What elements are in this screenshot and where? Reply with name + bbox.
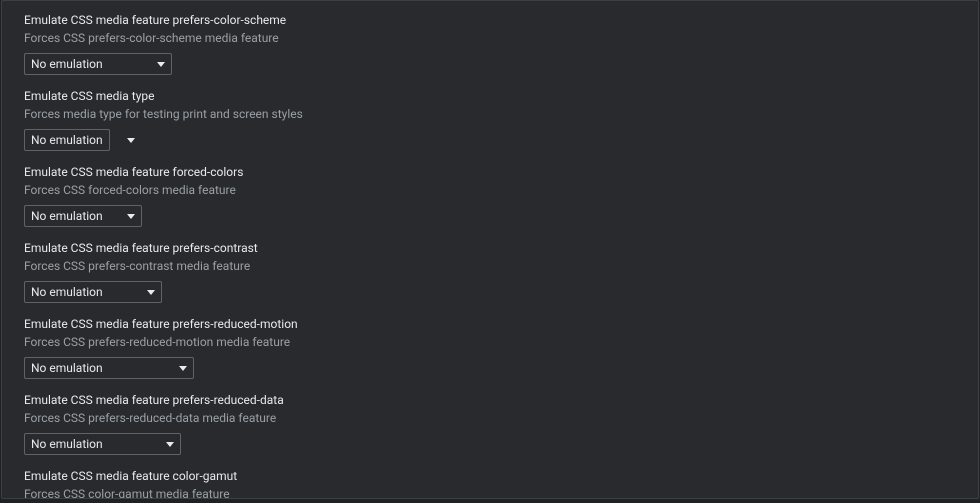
select-prefers-color-scheme[interactable]: No emulation xyxy=(24,53,172,75)
setting-title: Emulate CSS media type xyxy=(24,87,956,105)
setting-description: Forces CSS prefers-contrast media featur… xyxy=(24,257,956,275)
select-value: No emulation xyxy=(31,361,103,375)
setting-prefers-contrast: Emulate CSS media feature prefers-contra… xyxy=(24,239,956,303)
setting-title: Emulate CSS media feature color-gamut xyxy=(24,467,956,485)
select-value: No emulation xyxy=(31,437,103,451)
select-value: No emulation xyxy=(31,285,103,299)
select-prefers-contrast[interactable]: No emulation xyxy=(24,281,162,303)
setting-title: Emulate CSS media feature prefers-reduce… xyxy=(24,391,956,409)
rendering-emulation-panel: Emulate CSS media feature prefers-color-… xyxy=(1,0,979,499)
dropdown-caret-icon xyxy=(179,366,187,371)
dropdown-caret-icon xyxy=(147,290,155,295)
select-value: No emulation xyxy=(31,57,103,71)
select-prefers-reduced-data[interactable]: No emulation xyxy=(24,433,181,455)
setting-media-type: Emulate CSS media type Forces media type… xyxy=(24,87,956,151)
setting-color-gamut: Emulate CSS media feature color-gamut Fo… xyxy=(24,467,956,499)
setting-description: Forces CSS prefers-reduced-data media fe… xyxy=(24,409,956,427)
setting-description: Forces media type for testing print and … xyxy=(24,105,956,123)
setting-title: Emulate CSS media feature prefers-contra… xyxy=(24,239,956,257)
dropdown-caret-icon xyxy=(157,62,165,67)
setting-description: Forces CSS color-gamut media feature xyxy=(24,485,956,499)
dropdown-caret-icon xyxy=(166,442,174,447)
setting-prefers-reduced-data: Emulate CSS media feature prefers-reduce… xyxy=(24,391,956,455)
select-prefers-reduced-motion[interactable]: No emulation xyxy=(24,357,194,379)
setting-title: Emulate CSS media feature forced-colors xyxy=(24,163,956,181)
select-value: No emulation xyxy=(31,133,103,147)
setting-prefers-reduced-motion: Emulate CSS media feature prefers-reduce… xyxy=(24,315,956,379)
setting-description: Forces CSS prefers-color-scheme media fe… xyxy=(24,29,956,47)
setting-prefers-color-scheme: Emulate CSS media feature prefers-color-… xyxy=(24,11,956,75)
select-media-type[interactable]: No emulation xyxy=(24,129,110,151)
setting-title: Emulate CSS media feature prefers-color-… xyxy=(24,11,956,29)
dropdown-caret-icon xyxy=(127,138,135,143)
setting-description: Forces CSS forced-colors media feature xyxy=(24,181,956,199)
setting-forced-colors: Emulate CSS media feature forced-colors … xyxy=(24,163,956,227)
select-value: No emulation xyxy=(31,209,103,223)
select-forced-colors[interactable]: No emulation xyxy=(24,205,142,227)
setting-description: Forces CSS prefers-reduced-motion media … xyxy=(24,333,956,351)
dropdown-caret-icon xyxy=(127,214,135,219)
setting-title: Emulate CSS media feature prefers-reduce… xyxy=(24,315,956,333)
